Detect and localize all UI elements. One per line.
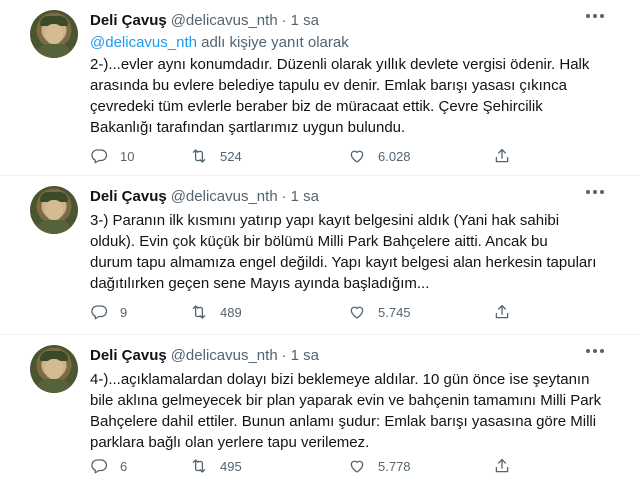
reply-icon [91, 305, 108, 320]
timestamp[interactable]: 1 sa [291, 12, 319, 29]
tweet-header: Deli Çavuş @delicavus_nth · 1 sa [90, 345, 319, 365]
retweet-icon [192, 305, 206, 319]
avatar[interactable] [30, 345, 78, 393]
share-icon [495, 148, 509, 163]
heart-icon [350, 306, 364, 319]
tweet-text: 2-)...evler aynı konumdadır. Düzenli ola… [90, 56, 590, 136]
timestamp[interactable]: 1 sa [291, 188, 319, 205]
retweet-button[interactable]: 524 [190, 147, 242, 165]
tweet-actions: 9 489 5.745 [90, 302, 520, 322]
more-icon[interactable] [586, 349, 604, 355]
author-handle[interactable]: @delicavus_nth [171, 347, 278, 364]
retweet-icon [192, 149, 206, 163]
tweet-text: 4-)...açıklamalardan dolayı bizi bekleme… [90, 371, 602, 451]
share-icon [495, 458, 509, 473]
tweet-3[interactable]: Deli Çavuş @delicavus_nth · 1 sa 4-)...a… [0, 335, 640, 494]
reply-button[interactable]: 9 [90, 303, 127, 321]
share-button[interactable] [493, 457, 511, 475]
heart-icon [350, 150, 364, 163]
author-name[interactable]: Deli Çavuş [90, 12, 167, 29]
retweet-icon [192, 459, 206, 473]
tweet-1[interactable]: Deli Çavuş @delicavus_nth · 1 sa @delica… [0, 0, 640, 175]
retweet-count: 524 [220, 148, 242, 164]
reply-button[interactable]: 6 [90, 457, 127, 475]
separator-dot: · [281, 187, 287, 205]
like-count: 5.745 [378, 304, 411, 320]
retweet-count: 495 [220, 458, 242, 474]
author-name[interactable]: Deli Çavuş [90, 347, 167, 364]
share-icon [495, 304, 509, 319]
reply-count: 9 [120, 304, 128, 320]
author-handle[interactable]: @delicavus_nth [171, 188, 278, 205]
reply-button[interactable]: 10 [90, 147, 134, 165]
separator-dot: · [281, 11, 287, 29]
reply-icon [91, 459, 108, 474]
tweet-2[interactable]: Deli Çavuş @delicavus_nth · 1 sa 3-) Par… [0, 176, 640, 336]
avatar[interactable] [30, 186, 78, 234]
more-icon[interactable] [586, 190, 604, 196]
tweet-header: Deli Çavuş @delicavus_nth · 1 sa [90, 186, 319, 206]
more-icon[interactable] [586, 14, 604, 20]
share-button[interactable] [493, 147, 511, 165]
retweet-button[interactable]: 489 [190, 303, 242, 321]
like-count: 5.778 [378, 458, 411, 474]
reply-count: 10 [120, 148, 135, 164]
like-button[interactable]: 5.745 [348, 303, 411, 321]
reply-context: @delicavus_nth adlı kişiye yanıt olarak [90, 34, 349, 51]
timestamp[interactable]: 1 sa [291, 347, 319, 364]
avatar[interactable] [30, 10, 78, 58]
share-button[interactable] [493, 303, 511, 321]
reply-context-text: adlı kişiye yanıt olarak [196, 34, 349, 51]
tweet-actions: 6 495 5.778 [90, 456, 520, 476]
tweet-actions: 10 524 6.028 [90, 146, 520, 166]
tweet-text: 3-) Paranın ilk kısmını yatırıp yapı kay… [90, 212, 597, 292]
reply-mention-link[interactable]: @delicavus_nth [90, 34, 197, 51]
retweet-button[interactable]: 495 [190, 457, 242, 475]
heart-icon [350, 460, 364, 473]
retweet-count: 489 [220, 304, 242, 320]
author-name[interactable]: Deli Çavuş [90, 188, 167, 205]
like-count: 6.028 [378, 148, 411, 164]
like-button[interactable]: 5.778 [348, 457, 411, 475]
reply-count: 6 [120, 458, 128, 474]
author-handle[interactable]: @delicavus_nth [171, 12, 278, 29]
like-button[interactable]: 6.028 [348, 147, 411, 165]
separator-dot: · [281, 346, 287, 364]
tweet-header: Deli Çavuş @delicavus_nth · 1 sa [90, 10, 319, 30]
reply-icon [91, 149, 108, 164]
